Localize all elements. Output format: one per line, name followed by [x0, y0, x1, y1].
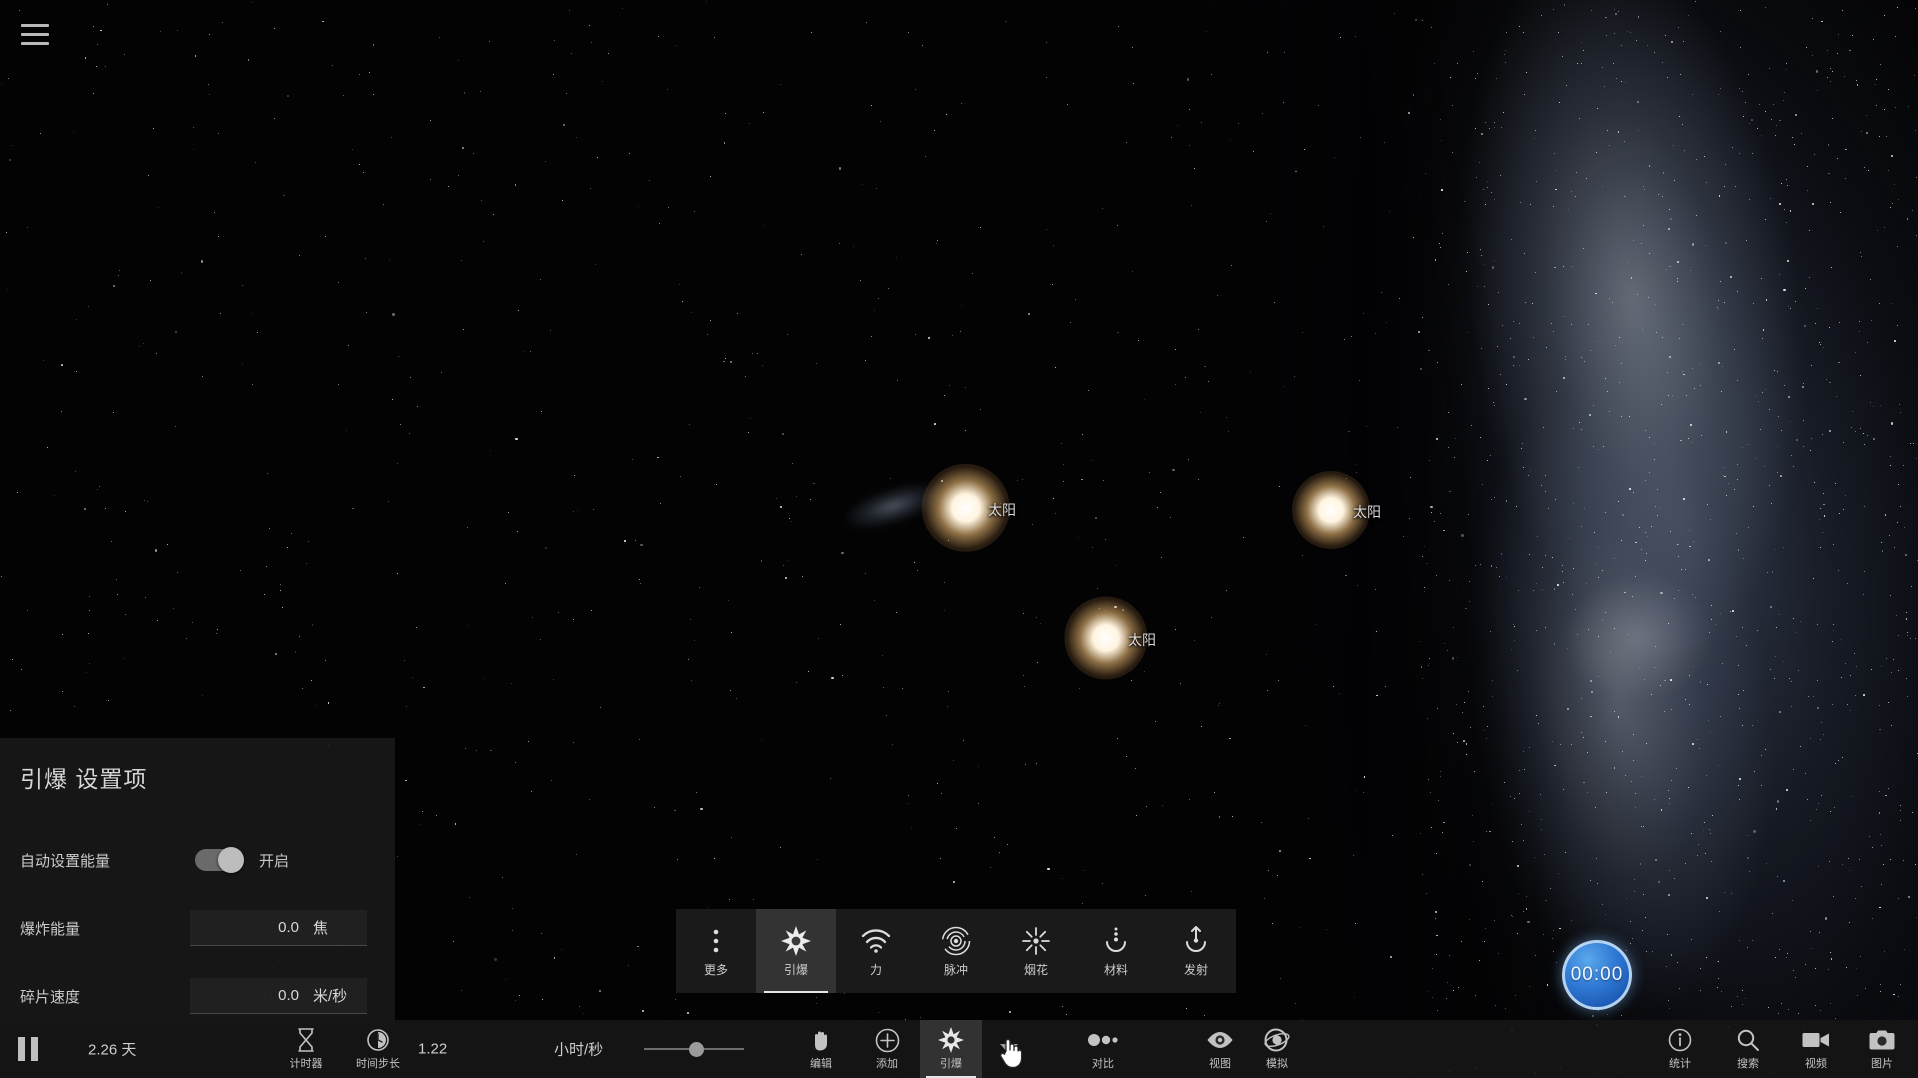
- add-tool-button[interactable]: 添加: [858, 1020, 916, 1078]
- chevron-down-icon[interactable]: [1000, 1044, 1018, 1054]
- row-label: 碎片速度: [20, 988, 81, 1006]
- edit-tool-label: 编辑: [810, 1058, 832, 1070]
- tool-palette: 更多 引爆 力 脉冲 烟花 材料 发射: [676, 909, 1236, 993]
- hamburger-menu-icon[interactable]: [18, 18, 52, 50]
- bottom-toolbar: 2.26 天 计时器 时间步长 1.22 小时/秒 编辑 添加 引爆 对比 视图…: [0, 1020, 1918, 1078]
- slider-knob[interactable]: [689, 1042, 704, 1057]
- palette-tool-label: 力: [869, 962, 882, 977]
- add-tool-label: 添加: [876, 1058, 898, 1070]
- pulse-rings-icon: [941, 925, 971, 957]
- palette-tool-detonate-star[interactable]: 引爆: [756, 909, 836, 993]
- row-label: 自动设置能量: [20, 852, 111, 870]
- pause-icon[interactable]: [18, 1037, 44, 1061]
- material-drop-icon: [1104, 925, 1128, 957]
- row-label: 爆炸能量: [20, 920, 81, 938]
- compare-label: 对比: [1092, 1058, 1114, 1070]
- settings-row-explosion-energy: 爆炸能量 0.0 焦: [20, 902, 367, 954]
- hamburger-bar: [21, 41, 49, 45]
- clock-icon: [366, 1027, 390, 1053]
- palette-tool-material-drop[interactable]: 材料: [1076, 909, 1156, 993]
- time-step-value[interactable]: 1.22: [418, 1041, 447, 1058]
- palette-tool-label: 材料: [1103, 962, 1128, 977]
- stats-button[interactable]: 统计: [1654, 1020, 1706, 1078]
- info-circle-icon: [1668, 1027, 1692, 1053]
- hamburger-bar: [21, 23, 49, 27]
- field-value: 0.0: [278, 919, 299, 936]
- detonate-star-icon: [938, 1027, 964, 1053]
- elapsed-time-label: 2.26 天: [88, 1041, 137, 1059]
- stats-label: 统计: [1669, 1058, 1691, 1070]
- palette-tool-launch-arrow[interactable]: 发射: [1156, 909, 1236, 993]
- palette-tool-label: 更多: [703, 962, 728, 977]
- camera-icon: [1869, 1027, 1895, 1053]
- settings-row-fragment-speed: 碎片速度 0.0 米/秒: [20, 970, 367, 1022]
- video-camera-icon: [1802, 1027, 1830, 1053]
- field-unit: 焦: [313, 920, 329, 937]
- speed-slider[interactable]: [644, 1039, 744, 1059]
- palette-tool-fireworks[interactable]: 烟花: [996, 909, 1076, 993]
- clock-time: 00:00: [1570, 964, 1624, 985]
- search-button[interactable]: 搜索: [1722, 1020, 1774, 1078]
- detonate-settings-panel: 引爆 设置项 自动设置能量 开启 爆炸能量 0.0 焦 碎片速度 0.0 米/秒: [0, 738, 395, 1028]
- video-button[interactable]: 视频: [1790, 1020, 1842, 1078]
- launch-arrow-icon: [1184, 925, 1208, 957]
- toggle-state-label: 开启: [259, 852, 290, 870]
- edit-tool-button[interactable]: 编辑: [792, 1020, 850, 1078]
- timer-button[interactable]: 计时器: [282, 1020, 330, 1078]
- hamburger-bar: [21, 32, 49, 36]
- palette-tool-force-waves[interactable]: 力: [836, 909, 916, 993]
- palette-tool-label: 发射: [1183, 962, 1208, 977]
- search-label: 搜索: [1737, 1058, 1759, 1070]
- auto-energy-toggle[interactable]: [195, 847, 244, 873]
- pause-bar: [18, 1037, 25, 1061]
- more-dots-icon: [712, 925, 720, 957]
- eye-icon: [1206, 1027, 1234, 1053]
- toggle-knob: [218, 847, 244, 873]
- view-button[interactable]: 视图: [1191, 1020, 1249, 1078]
- sky-object-label: 太阳: [1353, 504, 1381, 520]
- settings-row-auto-energy: 自动设置能量 开启: [20, 834, 367, 886]
- sky-object-label: 太阳: [988, 502, 1016, 518]
- explosion-energy-input[interactable]: 0.0 焦: [189, 910, 367, 946]
- time-step-button[interactable]: 时间步长: [348, 1020, 408, 1078]
- time-step-label: 时间步长: [356, 1058, 400, 1070]
- field-value: 0.0: [278, 987, 299, 1004]
- hand-icon: [810, 1027, 832, 1053]
- pause-bar: [31, 1037, 38, 1061]
- force-waves-icon: [861, 925, 891, 957]
- photo-button[interactable]: 图片: [1856, 1020, 1908, 1078]
- time-step-unit: 小时/秒: [554, 1041, 604, 1059]
- orbit-icon: [1264, 1027, 1290, 1053]
- palette-tool-pulse-rings[interactable]: 脉冲: [916, 909, 996, 993]
- app-root: 太阳 太阳 太阳 引爆 设置项 自动设置能量 开启 爆炸能量 0.0 焦 碎片速…: [0, 0, 1918, 1078]
- view-label: 视图: [1209, 1058, 1231, 1070]
- search-icon: [1736, 1027, 1760, 1053]
- palette-tool-label: 烟花: [1023, 962, 1048, 977]
- planet-clock-icon[interactable]: 00:00: [1562, 940, 1632, 1010]
- detonate-star-icon: [781, 925, 811, 957]
- fragment-speed-input[interactable]: 0.0 米/秒: [189, 978, 367, 1014]
- detonate-tool-button[interactable]: 引爆: [920, 1020, 982, 1078]
- detonate-tool-label: 引爆: [940, 1058, 962, 1070]
- panel-title: 引爆 设置项: [20, 766, 148, 792]
- hourglass-icon: [296, 1027, 316, 1053]
- compare-dots-icon: [1088, 1027, 1118, 1053]
- sky-object-label: 太阳: [1128, 632, 1156, 648]
- photo-label: 图片: [1871, 1058, 1893, 1070]
- compare-button[interactable]: 对比: [1074, 1020, 1132, 1078]
- fireworks-icon: [1021, 925, 1051, 957]
- video-label: 视频: [1805, 1058, 1827, 1070]
- plus-circle-icon: [875, 1027, 900, 1053]
- field-unit: 米/秒: [313, 988, 348, 1005]
- simulate-label: 模拟: [1266, 1058, 1288, 1070]
- palette-tool-more-dots[interactable]: 更多: [676, 909, 756, 993]
- timer-label: 计时器: [289, 1058, 323, 1070]
- palette-tool-label: 脉冲: [943, 962, 968, 977]
- palette-tool-label: 引爆: [783, 962, 808, 977]
- simulate-button[interactable]: 模拟: [1248, 1020, 1306, 1078]
